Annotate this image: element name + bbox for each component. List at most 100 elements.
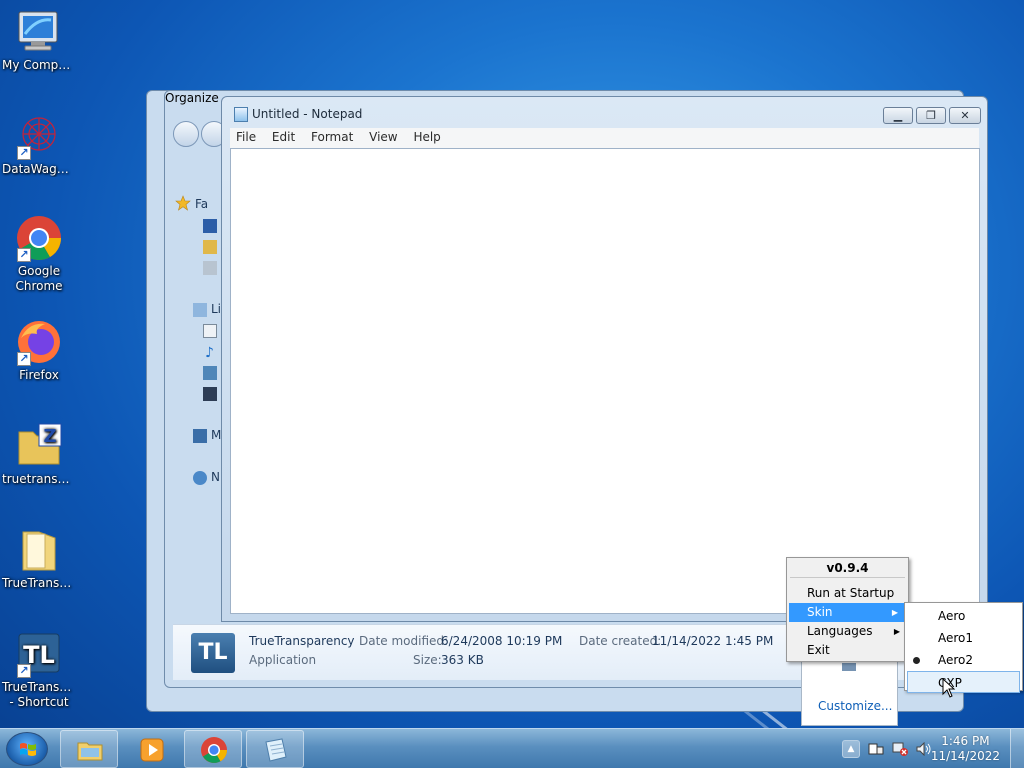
details-file-name: TrueTransparency [249,634,355,648]
desktop-icon-firefox[interactable]: ↗ Firefox [0,318,78,383]
taskbar-notepad[interactable] [246,730,304,768]
skin-submenu: Aero Aero1 Aero2 CXP [904,602,1023,693]
music-icon: ♪ [205,345,214,361]
desktop-icon-truetransparency-shortcut[interactable]: TL ↗ TrueTransp... - Shortcut [0,630,78,710]
menu-item-label: Skin [807,605,833,619]
menu-item-skin[interactable]: Skin ▶ [789,603,906,622]
windows-logo-icon [20,743,36,756]
maximize-button[interactable]: ❐ [916,107,946,124]
folder-icon [77,742,103,761]
datawagon-icon: ↗ [15,112,63,160]
downloads-icon [203,240,217,254]
computer-icon [15,8,63,56]
menu-help[interactable]: Help [407,128,446,144]
taskbar: ▲ 1:46 PM 11/14/2022 [0,728,1024,768]
nav-network[interactable]: N [211,470,220,484]
nav-computer[interactable]: M [211,428,221,442]
shortcut-arrow-icon: ↗ [17,664,31,678]
desktop-icon-truetransparency-zip[interactable]: Z truetranspar... [0,422,78,487]
menu-view[interactable]: View [363,128,403,144]
notepad-icon [234,107,248,122]
details-modified-label: Date modified: [359,634,449,648]
svg-text:Z: Z [43,426,56,447]
desktop-icon-label: DataWagon... [2,162,78,176]
computer-nav-icon [193,429,207,443]
menu-item-languages[interactable]: Languages ▶ [787,622,908,641]
notepad-window[interactable]: Untitled - Notepad ▁ ❐ ✕ File Edit Forma… [221,96,988,622]
media-player-icon [140,738,164,762]
skin-option-label: Aero1 [938,631,974,645]
skin-option-aero[interactable]: Aero [905,605,1022,627]
close-button[interactable]: ✕ [949,107,981,124]
customize-link[interactable]: Customize... [818,699,892,713]
submenu-arrow-icon: ▶ [893,627,900,636]
start-button[interactable] [6,732,48,766]
desktop-icon-label: TrueTransp... - Shortcut [2,680,78,709]
truetransparency-app-icon: TL [191,633,235,673]
action-center-icon[interactable] [868,742,884,756]
submenu-arrow-icon: ▶ [891,608,898,617]
desktop-icon-datawagon[interactable]: ↗ DataWagon... [0,112,78,177]
menu-item-label: Languages [807,624,873,638]
chrome-icon [201,737,228,763]
clock-time: 1:46 PM [941,734,990,748]
network-tray-icon[interactable] [892,742,908,756]
pictures-icon [203,366,217,380]
desktop-icon-label: truetranspar... [2,472,78,486]
radio-selected-icon [913,657,920,664]
taskbar-explorer[interactable] [60,730,118,768]
minimize-button[interactable]: ▁ [883,107,913,124]
shortcut-arrow-icon: ↗ [17,352,31,366]
details-created-label: Date created: [579,634,662,648]
firefox-icon: ↗ [15,318,63,366]
clock[interactable]: 1:46 PM 11/14/2022 [931,734,1000,764]
details-modified-value: 6/24/2008 10:19 PM [441,634,563,648]
skin-option-aero1[interactable]: Aero1 [905,627,1022,649]
text-editor[interactable] [230,148,980,614]
shortcut-arrow-icon: ↗ [17,146,31,160]
details-size-value: 363 KB [441,653,484,667]
taskbar-media-player[interactable] [122,730,176,768]
mouse-cursor-icon [942,677,956,698]
skin-option-aero2[interactable]: Aero2 [905,649,1022,671]
desktop-icon-label: My Computer [2,58,78,72]
show-desktop-button[interactable] [1010,729,1024,768]
nav-libraries[interactable]: Li [211,302,221,316]
taskbar-chrome[interactable] [184,730,242,768]
menu-item-run-at-startup[interactable]: Run at Startup [787,584,908,603]
documents-icon [203,324,217,338]
skin-option-cxp[interactable]: CXP [907,671,1020,693]
shortcut-arrow-icon: ↗ [17,248,31,262]
menu-file[interactable]: File [230,128,262,144]
tray-overflow-app-icon[interactable] [842,663,856,671]
show-hidden-icons-icon[interactable]: ▲ [842,740,860,758]
desktop-icon-truetransparency-folder[interactable]: TrueTransp... [0,526,78,591]
truetransparency-icon: TL ↗ [15,630,63,678]
menu-edit[interactable]: Edit [266,128,301,144]
menu-format[interactable]: Format [305,128,359,144]
menu-item-label: Exit [807,643,830,657]
desktop-icon-my-computer[interactable]: My Computer [0,8,78,73]
back-button[interactable] [173,121,199,147]
folder-icon [15,526,63,574]
libraries-icon [193,303,207,317]
favorites-star-icon [175,195,191,214]
desktop-icon-google-chrome[interactable]: ↗ Google Chrome [0,214,78,294]
tray-context-menu: v0.9.4 Run at Startup Skin ▶ Languages ▶… [786,557,909,662]
volume-icon[interactable] [916,741,932,757]
desktop-icon-label: Google Chrome [15,264,63,293]
version-header: v0.9.4 [790,558,905,578]
desktop-icon [203,219,217,233]
details-created-value: 11/14/2022 1:45 PM [652,634,774,648]
menu-item-exit[interactable]: Exit [787,641,908,660]
notepad-icon [265,738,287,762]
window-title: Untitled - Notepad [252,107,363,121]
network-icon [193,471,207,485]
skin-option-label: Aero2 [938,653,974,667]
details-size-label: Size: [413,653,442,667]
nav-favorites[interactable]: Fa [195,197,208,211]
menu-item-label: Run at Startup [807,586,895,600]
desktop-icon-label: Firefox [19,368,59,382]
recent-places-icon [203,261,217,275]
videos-icon [203,387,217,401]
